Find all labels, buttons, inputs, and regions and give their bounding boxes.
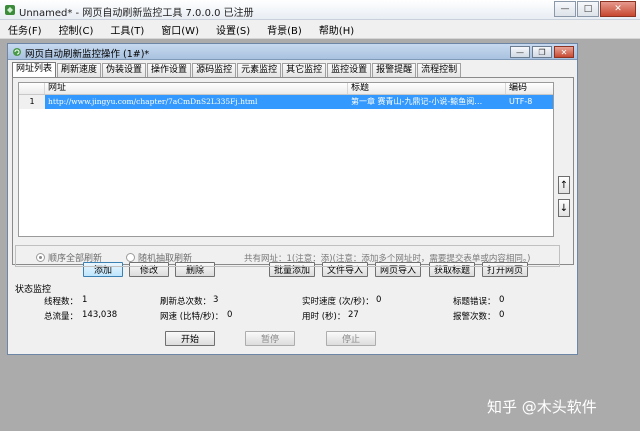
move-up-button[interactable]: ↑ [558,176,570,194]
tab-flow-control[interactable]: 流程控制 [417,63,462,77]
app-title: Unnamed* - 网页自动刷新监控工具 7.0.0.0 已注册 [19,8,254,19]
header-url[interactable]: 网址 [45,83,348,94]
table-row[interactable]: 1 http://www.jingyu.com/chapter/7aCmDnS2… [19,95,553,109]
elapsed-value: 27 [348,310,359,320]
child-minimize-button[interactable]: — [510,46,530,58]
tab-element-monitor[interactable]: 元素监控 [237,63,282,77]
alarms-label: 报警次数： [453,312,496,322]
url-list-panel: 网址 标题 编码 1 http://www.jingyu.com/chapter… [12,77,574,277]
random-refresh-radio[interactable]: 随机抽取刷新 [126,251,192,264]
tab-source-monitor[interactable]: 源码监控 [192,63,237,77]
radio-unchecked-icon [126,253,135,262]
start-button[interactable]: 开始 [165,331,215,346]
url-count-note: 共有网址：1(注意：添)(注意：添加多个网址时，需要提交表单或内容相同。) [244,254,531,264]
child-titlebar: 网页自动刷新监控操作 (1#)* — ❐ ✕ [8,44,577,60]
refresh-total-value: 3 [213,295,219,305]
threads-label: 线程数： [44,297,79,307]
tab-monitor-settings[interactable]: 监控设置 [327,63,372,77]
random-refresh-label: 随机抽取刷新 [138,254,193,264]
menu-control[interactable]: 控制(C) [59,22,94,37]
sequential-refresh-label: 顺序全部刷新 [48,254,103,264]
tab-alarm[interactable]: 报警提醒 [372,63,417,77]
app-icon [5,5,15,15]
app-titlebar: Unnamed* - 网页自动刷新监控工具 7.0.0.0 已注册 — □ ✕ [0,0,640,20]
tab-url-list[interactable]: 网址列表 [12,62,57,77]
tab-other-monitor[interactable]: 其它监控 [282,63,327,77]
threads-value: 1 [82,295,88,305]
close-button[interactable]: ✕ [600,1,636,17]
header-encoding[interactable]: 编码 [506,83,553,94]
row-index: 1 [19,95,45,109]
child-title: 网页自动刷新监控操作 (1#)* [25,49,150,60]
menu-background[interactable]: 背景(B) [267,22,302,37]
traffic-value: 143,038 [82,310,118,320]
tab-operation[interactable]: 操作设置 [147,63,192,77]
menu-settings[interactable]: 设置(S) [216,22,250,37]
speed-label: 实时速度 (次/秒)： [302,297,374,307]
child-window-controls: — ❐ ✕ [508,46,574,58]
tab-refresh-speed[interactable]: 刷新速度 [57,63,102,77]
header-title[interactable]: 标题 [348,83,506,94]
table-header: 网址 标题 编码 [19,83,553,95]
row-encoding: UTF-8 [509,97,533,106]
maximize-button[interactable]: □ [577,1,599,17]
menu-window[interactable]: 窗口(W) [161,22,199,37]
menu-help[interactable]: 帮助(H) [319,22,354,37]
alarms-value: 0 [499,310,505,320]
speed-value: 0 [376,295,382,305]
menu-bar: 任务(F) 控制(C) 工具(T) 窗口(W) 设置(S) 背景(B) 帮助(H… [0,20,640,39]
menu-tools[interactable]: 工具(T) [110,22,144,37]
move-down-button[interactable]: ↓ [558,199,570,217]
monitor-child-window: 网页自动刷新监控操作 (1#)* — ❐ ✕ 网址列表 刷新速度 伪装设置 操作… [7,43,578,355]
minimize-button[interactable]: — [554,1,576,17]
title-errors-label: 标题错误： [453,297,496,307]
radio-checked-icon [36,253,45,262]
traffic-label: 总流量： [44,312,79,322]
header-index[interactable] [19,83,45,94]
menu-task[interactable]: 任务(F) [8,22,42,37]
elapsed-label: 用时 (秒)： [302,312,346,322]
rate-label: 网速 (比特/秒)： [160,312,224,322]
refresh-total-label: 刷新总次数： [160,297,212,307]
watermark: 知乎 @木头软件 [487,398,597,416]
sequential-refresh-radio[interactable]: 顺序全部刷新 [36,251,102,264]
child-close-button[interactable]: ✕ [554,46,574,58]
url-table: 网址 标题 编码 1 http://www.jingyu.com/chapter… [18,82,554,237]
refresh-icon [13,48,21,56]
window-controls: — □ ✕ [553,1,636,17]
title-errors-value: 0 [499,295,505,305]
tab-disguise[interactable]: 伪装设置 [102,63,147,77]
stop-button[interactable]: 停止 [326,331,376,346]
tab-strip: 网址列表 刷新速度 伪装设置 操作设置 源码监控 元素监控 其它监控 监控设置 … [12,62,462,77]
refresh-mode-group: 顺序全部刷新 随机抽取刷新 共有网址：1(注意：添)(注意：添加多个网址时，需要… [15,245,560,267]
row-order-controls: ↑ ↓ [558,176,570,222]
pause-button[interactable]: 暂停 [245,331,295,346]
status-monitor-label: 状态监控 [15,285,52,295]
child-restore-button[interactable]: ❐ [532,46,552,58]
rate-value: 0 [227,310,233,320]
row-url: http://www.jingyu.com/chapter/7aCmDnS2L3… [48,97,258,106]
row-title: 第一章 赛青山-九鼎记-小说-鲸鱼阅… [351,97,483,106]
